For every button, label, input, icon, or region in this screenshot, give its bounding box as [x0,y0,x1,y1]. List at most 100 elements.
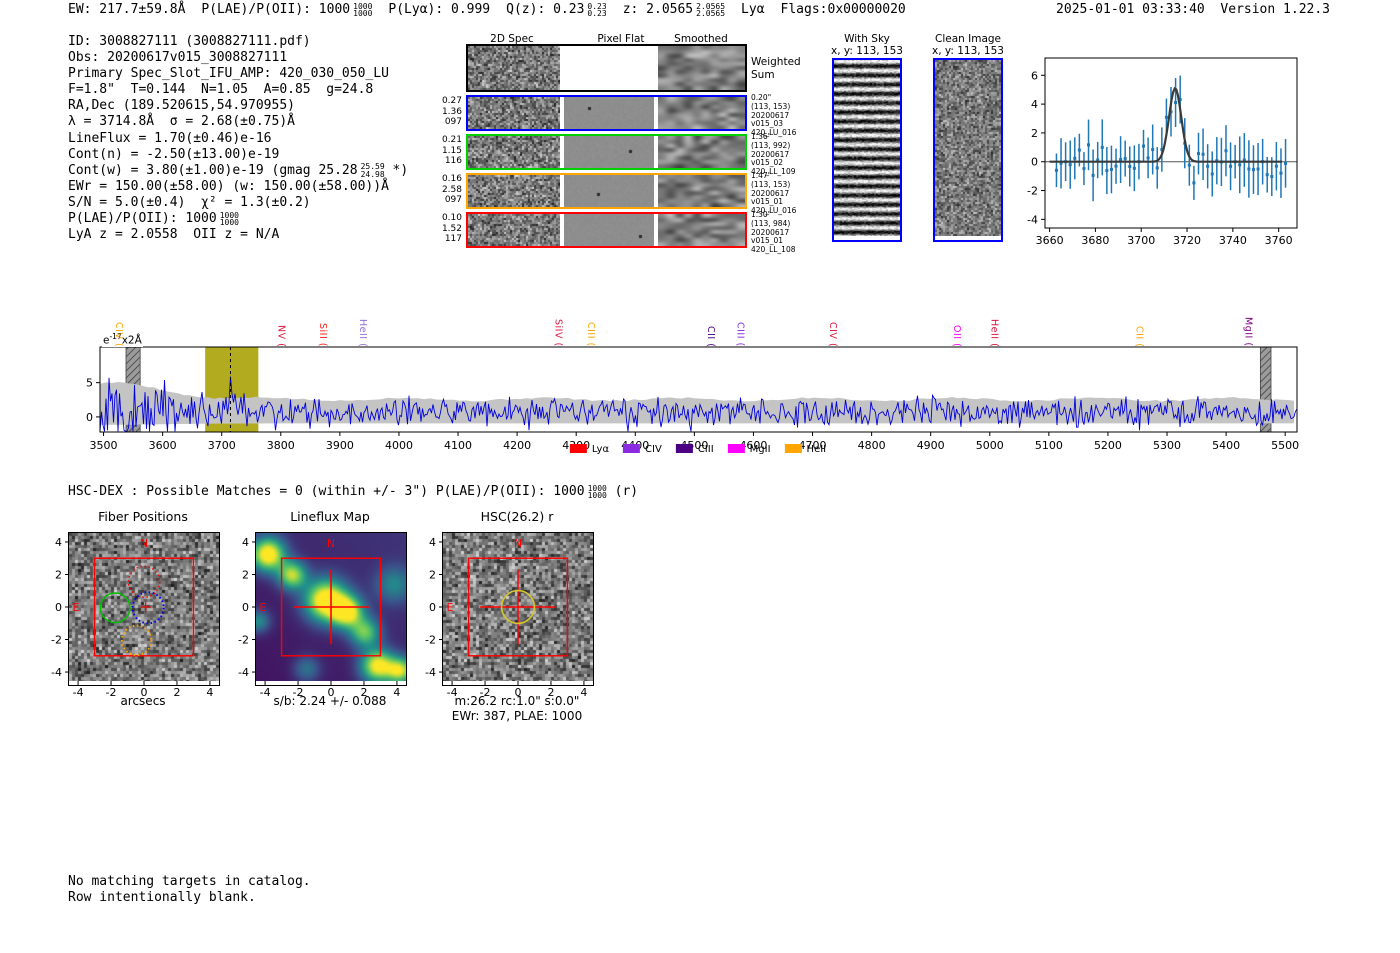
svg-text:3900: 3900 [326,439,354,452]
cutout-2dspec-image [468,46,560,90]
cutout-fiber-row [466,134,747,170]
lineflux-map-panel: -4 -2 0 2 4 4 2 0 -2 -4 N E [238,532,407,699]
svg-text:-2: -2 [425,634,436,647]
fiber-xlabel: arcsecs [120,694,166,708]
cutout-row-weights: 0.16 2.58 097 [441,174,462,205]
svg-text:-2: -2 [238,634,249,647]
emission-line-label: HeII ( [988,318,1000,347]
svg-text:3740: 3740 [1219,234,1247,247]
cutout-row-weights: 0.27 1.36 097 [441,96,462,127]
stacked-fraction: 1000 1000 [219,210,239,228]
cutout-pixelflat-image [564,175,654,207]
info-line: Cont(w) = 3.80(±1.00)e-19 (gmag 25.28 25.… [68,162,409,179]
elixer-detection-report: EW: 217.7±59.8Å P(LAE)/P(OII): 1000 1000 10… [0,0,1400,953]
fiber-positions-title: Fiber Positions [98,509,188,524]
svg-text:2: 2 [429,568,436,581]
cutout-2dspec-image [468,97,560,129]
svg-text:0: 0 [1031,156,1038,169]
full-spectrum-chart: 3500360037003800390040004100420043004400… [86,346,1299,452]
svg-text:3500: 3500 [90,439,118,452]
cutout-fiber-row [466,173,747,209]
stacked-fraction: 2.0565 2.0565 [696,1,726,18]
svg-text:-2: -2 [51,634,62,647]
svg-text:4: 4 [1031,98,1038,111]
cutout-smoothed-image [658,214,745,246]
clean-image-title: Clean Image x, y: 113, 153 [932,33,1004,57]
info-line: λ = 3714.8Å σ = 2.68(±0.75)Å [68,114,295,130]
emission-line-label: OII ( [950,324,962,347]
emission-line-label: CIII ( [734,322,746,347]
cutout-2dspec-image [468,214,560,246]
emission-line-label: SiIV ( [552,319,564,347]
emission-line-label: NV ( [275,324,287,347]
cutout-fiber-row [466,95,747,131]
info-line: EWr = 150.00(±58.00) (w: 150.00(±58.00))… [68,178,389,194]
cutout-2dspec-image [468,136,560,168]
svg-text:2: 2 [55,568,62,581]
svg-text:3660: 3660 [1036,234,1064,247]
legend-item: MgII [727,444,771,455]
info-line: ID: 3008827111 (3008827111.pdf) [68,34,311,49]
cutout-smoothed-image [658,175,745,207]
svg-text:N: N [514,537,522,550]
cutout-2dspec-image [468,175,560,207]
cutout-row-fiber-id: 1.30" (113, 984) 20200617 v015_01 420_LL_108 [751,210,796,255]
svg-text:5200: 5200 [1094,439,1122,452]
hsc-panel: -4 -2 0 2 4 4 2 0 -2 -4 N E [425,532,594,699]
legend-item: Lyα [569,444,609,455]
svg-text:-4: -4 [238,666,249,679]
hsc-caption-1: m:26.2 rc:1.0" s:0.0" [454,694,580,708]
svg-text:3760: 3760 [1265,234,1293,247]
cutout-row-weights: 0.10 1.52 117 [441,213,462,244]
cutout-smoothed-image [658,46,745,90]
cutout-fiber-row [466,212,747,248]
legend-swatch [675,444,693,453]
info-line: LineFlux = 1.70(±0.46)e-16 [68,130,272,146]
report-timestamp: 2025-01-01 03:33:40 [1056,2,1205,17]
info-line: F=1.8" T=0.144 N=1.05 A=0.85 g=24.8 [68,82,374,98]
svg-text:0: 0 [429,601,436,614]
hsc-caption-2: EWr: 387, PLAE: 1000 [451,709,583,723]
legend-swatch [784,444,802,453]
cutout-pixelflat-image [564,214,654,246]
info-line: P(LAE)/P(OII): 1000 1000 1000 [68,210,239,228]
svg-text:5000: 5000 [976,439,1004,452]
stacked-fraction: 0.23 0.23 [587,1,607,18]
report-header-meta: 2025-01-01 03:33:40 Version 1.22.3 [1056,2,1330,17]
emission-line-label: CII ( [1133,325,1145,347]
legend-item: CIII [675,444,714,455]
svg-text:0: 0 [55,601,62,614]
fiber-overlay: -4 -2 0 2 4420-2-4NE [51,536,213,699]
legend-item: CIV [623,444,662,455]
svg-text:6: 6 [1031,69,1038,82]
svg-text:4: 4 [429,536,436,549]
svg-text:3800: 3800 [267,439,295,452]
svg-text:-4: -4 [51,666,62,679]
svg-text:5300: 5300 [1153,439,1181,452]
svg-text:0: 0 [242,601,249,614]
legend-item: HeII [784,444,826,455]
spectrum-legend: Lyα CIV CIII MgII HeII [569,444,826,455]
with-sky-canvas [834,60,900,236]
svg-text:4800: 4800 [858,439,886,452]
report-header-stats: EW: 217.7±59.8Å P(LAE)/P(OII): 1000 1000 10… [68,1,906,18]
stacked-fraction: 1000 1000 [587,483,607,500]
emission-line-label: CII ( [705,325,717,347]
cutout-pixelflat-image [564,97,654,129]
info-line: LyA z = 2.0558 OII z = N/A [68,227,280,243]
svg-text:N: N [140,537,148,550]
svg-text:2: 2 [242,568,249,581]
clean-image [933,58,1003,242]
footer-notes: No matching targets in catalog. Row inten… [68,874,311,905]
line-fit-chart: 3660 3680 3700 3720 3740 3760 -4 -2 0 2 4 6 [1027,57,1298,247]
emission-line-label: CIV ( [826,321,838,347]
svg-text:4100: 4100 [444,439,472,452]
svg-text:E: E [260,601,267,614]
svg-text:-4: -4 [1027,213,1038,226]
svg-text:0: 0 [86,411,93,424]
cutout-row-weights: 0.21 1.15 116 [441,135,462,166]
info-line: Obs: 20200617v015_3008827111 [68,50,288,66]
info-line: S/N = 5.0(±0.4) χ² = 1.3(±0.2) [68,194,311,210]
lineflux-map-title: Lineflux Map [290,509,370,524]
cutout-smoothed-image [658,97,745,129]
